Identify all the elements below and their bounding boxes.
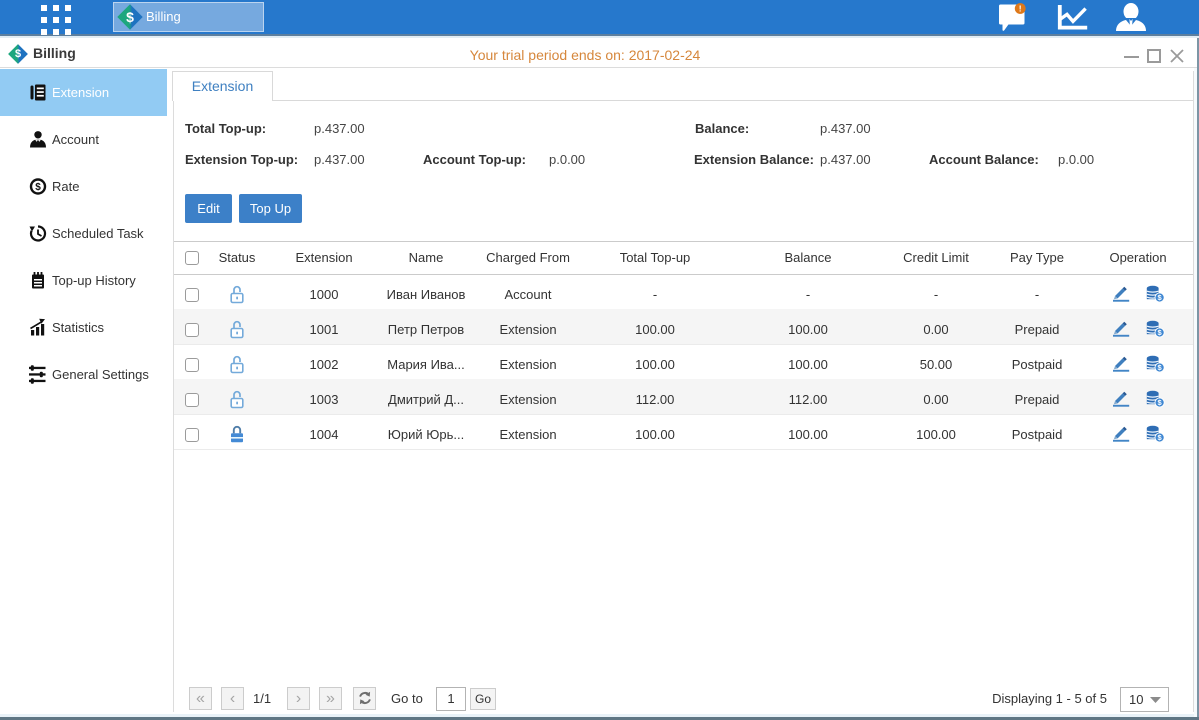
svg-text:!: ! [1019, 4, 1022, 14]
svg-text:$: $ [35, 182, 41, 193]
